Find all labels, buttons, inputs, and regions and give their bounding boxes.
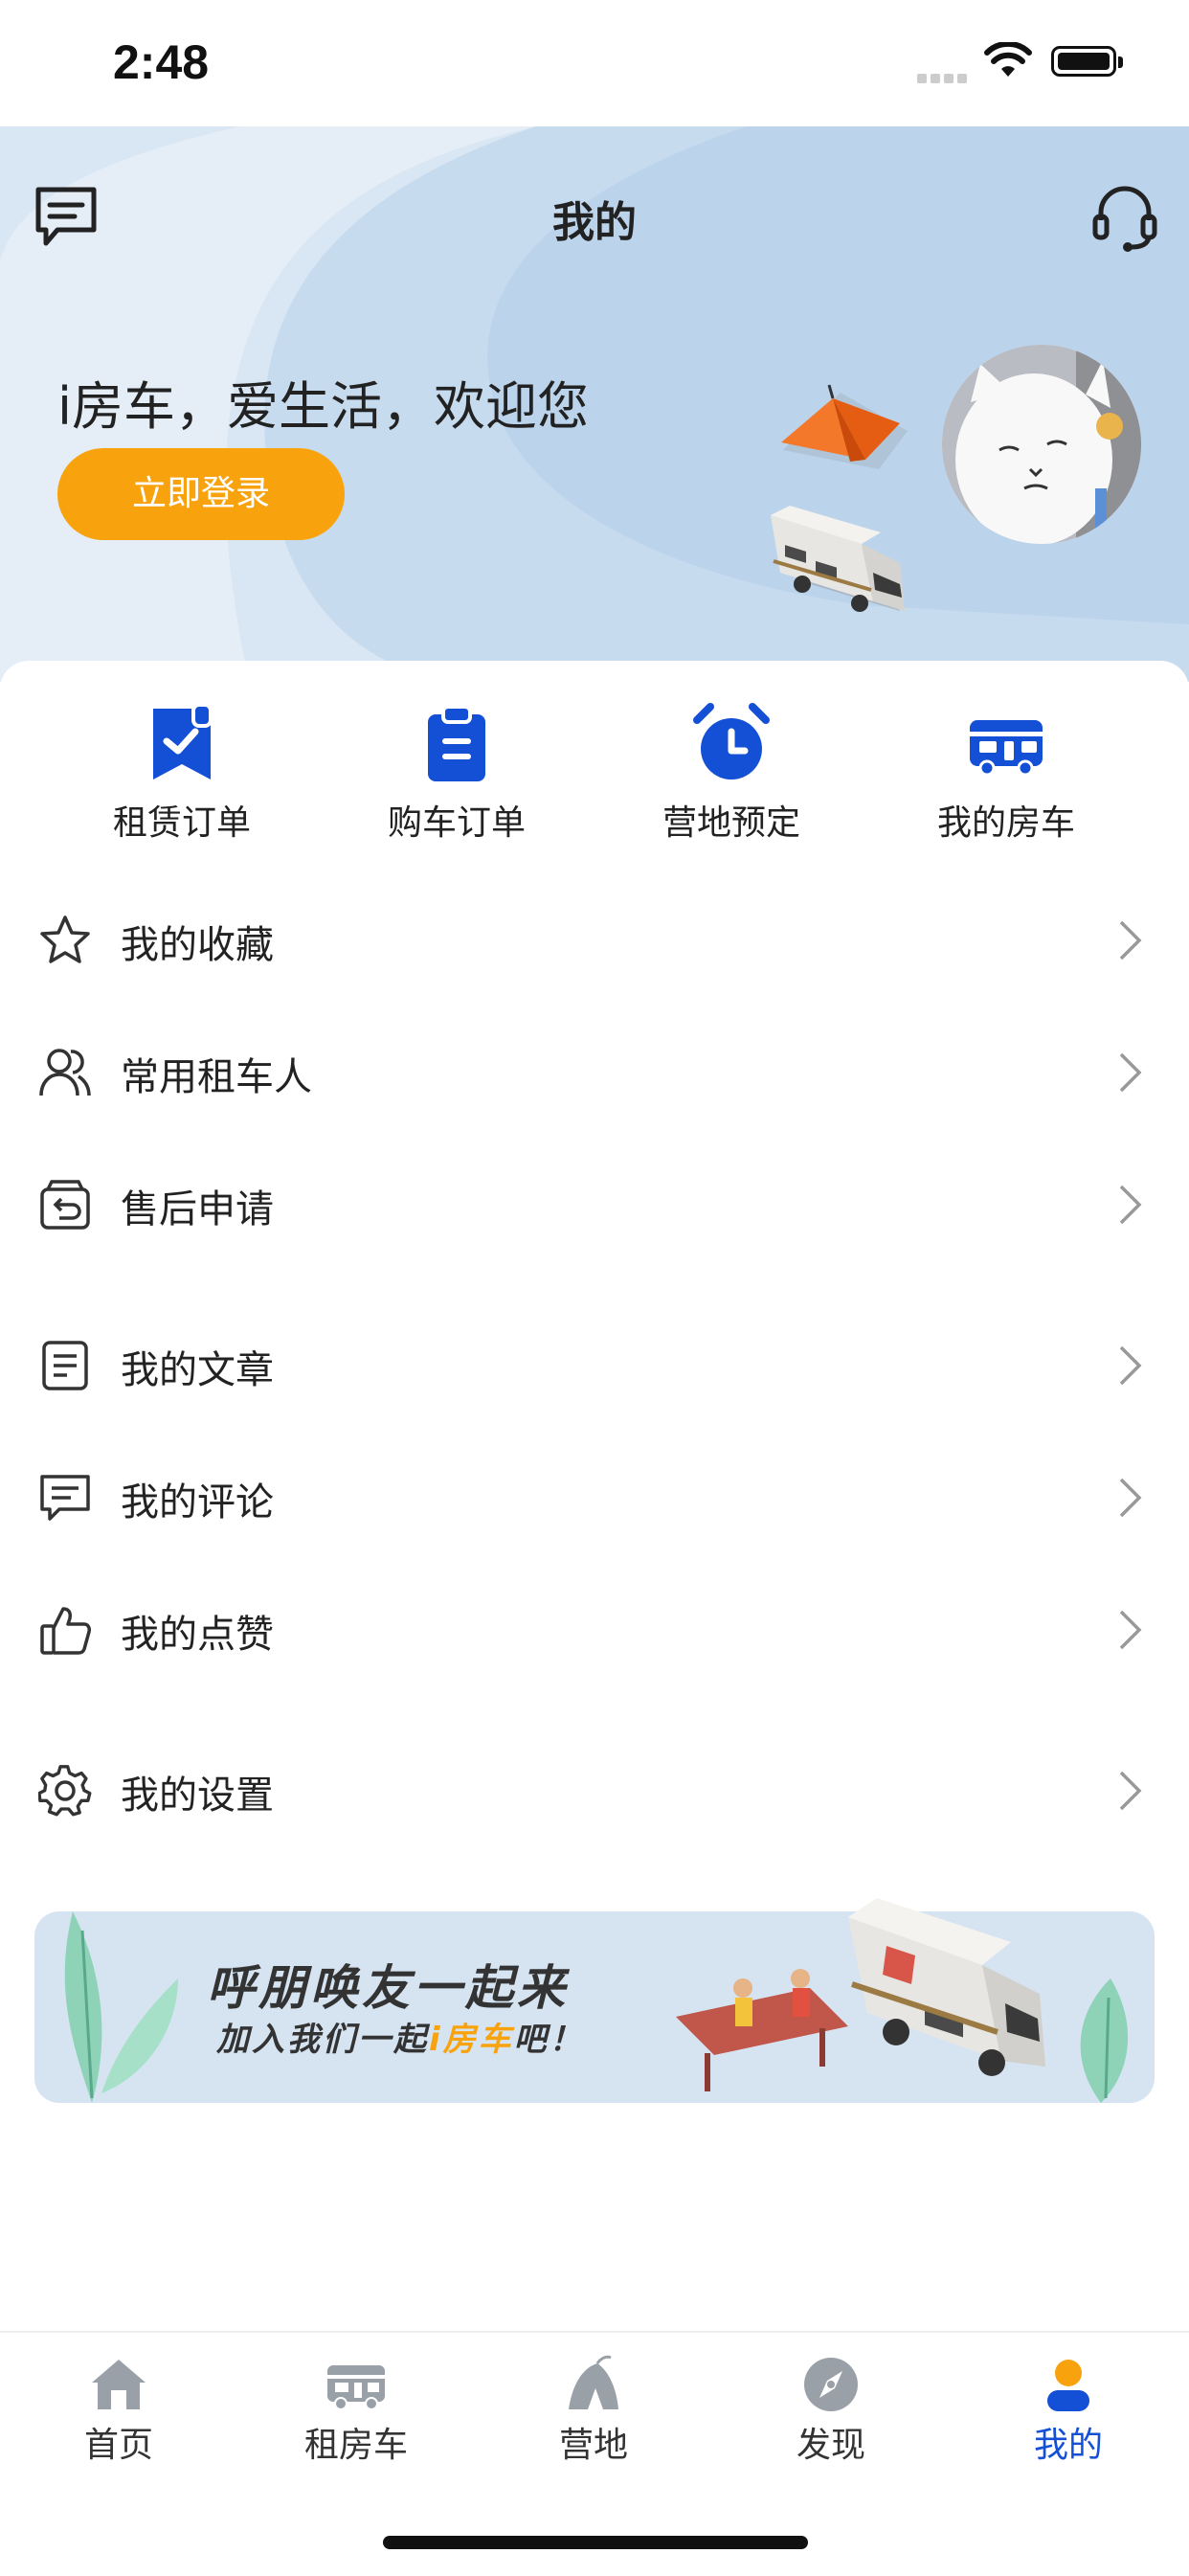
- rv-illustration: [771, 506, 905, 612]
- tab-label: 营地: [558, 2426, 628, 2465]
- banner-subtitle-highlight: i房车: [429, 2021, 514, 2059]
- document-icon: [42, 1341, 88, 1390]
- quick-camp-booking[interactable]: 营地预定: [617, 703, 846, 845]
- home-indicator[interactable]: [383, 2536, 808, 2549]
- cat-avatar-image: [942, 345, 1141, 544]
- banner-subtitle: 加入我们一起i房车吧！: [216, 2013, 585, 2060]
- login-button[interactable]: 立即登录: [57, 448, 345, 540]
- signal-icon: [917, 69, 971, 87]
- comment-icon: [40, 1475, 90, 1521]
- profile-icon: [1047, 2360, 1089, 2411]
- camp-icon: [569, 2355, 618, 2409]
- banner-title: 呼朋唤友一起来: [207, 1960, 569, 2016]
- page-title: 我的: [552, 198, 637, 247]
- tab-camp[interactable]: 营地: [498, 2354, 689, 2467]
- menu-label: 我的文章: [121, 1348, 274, 1392]
- battery-icon: [1051, 46, 1123, 77]
- quick-rental-order[interactable]: 租赁订单: [67, 703, 297, 845]
- menu-label: 常用租车人: [121, 1055, 312, 1099]
- return-box-icon: [40, 1180, 90, 1230]
- tab-label: 我的: [1033, 2426, 1103, 2465]
- tent-illustration: [781, 384, 908, 469]
- quick-purchase-order[interactable]: 购车订单: [342, 703, 572, 845]
- wifi-icon: [984, 42, 1032, 77]
- quick-label: 购车订单: [387, 803, 526, 843]
- welcome-text: i房车，爱生活，欢迎您: [57, 376, 590, 437]
- avatar[interactable]: [942, 345, 1141, 544]
- quick-label: 租赁订单: [112, 803, 251, 843]
- tab-discover[interactable]: 发现: [735, 2354, 927, 2467]
- chevron-right-icon: [1119, 1610, 1142, 1650]
- status-time: 2:48: [113, 35, 210, 89]
- menu-frequent-renters[interactable]: 常用租车人: [0, 1004, 1189, 1136]
- leaf-illustration: [1080, 1978, 1129, 2103]
- users-icon: [39, 1049, 91, 1096]
- rv-banner-illustration: [848, 1898, 1045, 2076]
- chevron-right-icon: [1119, 1478, 1142, 1518]
- banner-subtitle-suffix: 吧！: [513, 2021, 585, 2059]
- quick-label: 营地预定: [662, 803, 800, 843]
- thumbs-up-icon: [40, 1607, 91, 1655]
- menu-settings[interactable]: 我的设置: [0, 1722, 1189, 1854]
- customer-service-icon[interactable]: [1091, 182, 1158, 253]
- rv-icon: [970, 720, 1043, 777]
- quick-label: 我的房车: [936, 803, 1075, 843]
- invite-banner[interactable]: 呼朋唤友一起来 加入我们一起i房车吧！: [34, 1898, 1155, 2103]
- tab-bar: 首页 租房车 营地 发现 我的: [0, 2331, 1189, 2476]
- tab-label: 租房车: [303, 2426, 408, 2465]
- purchase-order-icon: [428, 705, 485, 781]
- status-bar: 2:48: [0, 0, 1189, 126]
- menu-likes[interactable]: 我的点赞: [0, 1561, 1189, 1693]
- menu-label: 我的设置: [121, 1774, 274, 1818]
- alarm-clock-icon: [693, 703, 770, 780]
- compass-icon: [804, 2358, 858, 2411]
- menu-articles[interactable]: 我的文章: [0, 1297, 1189, 1429]
- tab-mine[interactable]: 我的: [973, 2354, 1164, 2467]
- chevron-right-icon: [1119, 1185, 1142, 1225]
- profile-header: 我的 i房车，爱生活，欢迎您 立即登录: [0, 126, 1189, 682]
- menu-label: 我的收藏: [121, 923, 274, 967]
- tab-label: 首页: [83, 2426, 153, 2465]
- chevron-right-icon: [1119, 1771, 1142, 1811]
- chevron-right-icon: [1119, 1345, 1142, 1386]
- menu-comments[interactable]: 我的评论: [0, 1429, 1189, 1561]
- leaf-illustration: [64, 1911, 178, 2103]
- tab-home[interactable]: 首页: [23, 2354, 214, 2467]
- chevron-right-icon: [1119, 1052, 1142, 1093]
- menu-favorites[interactable]: 我的收藏: [0, 871, 1189, 1004]
- star-icon: [40, 915, 90, 963]
- tab-label: 发现: [796, 2426, 865, 2465]
- gear-icon: [38, 1765, 92, 1817]
- menu-label: 我的点赞: [121, 1613, 274, 1657]
- tab-rent-rv[interactable]: 租房车: [260, 2354, 452, 2467]
- chevron-right-icon: [1119, 920, 1142, 960]
- menu-label: 我的评论: [121, 1480, 274, 1525]
- banner-subtitle-prefix: 加入我们一起: [216, 2021, 429, 2059]
- menu-after-sales[interactable]: 售后申请: [0, 1136, 1189, 1268]
- rv-tab-icon: [327, 2365, 385, 2410]
- home-icon: [92, 2360, 146, 2409]
- rental-order-icon: [153, 703, 213, 780]
- menu-label: 售后申请: [121, 1187, 274, 1232]
- quick-my-rv[interactable]: 我的房车: [891, 703, 1121, 845]
